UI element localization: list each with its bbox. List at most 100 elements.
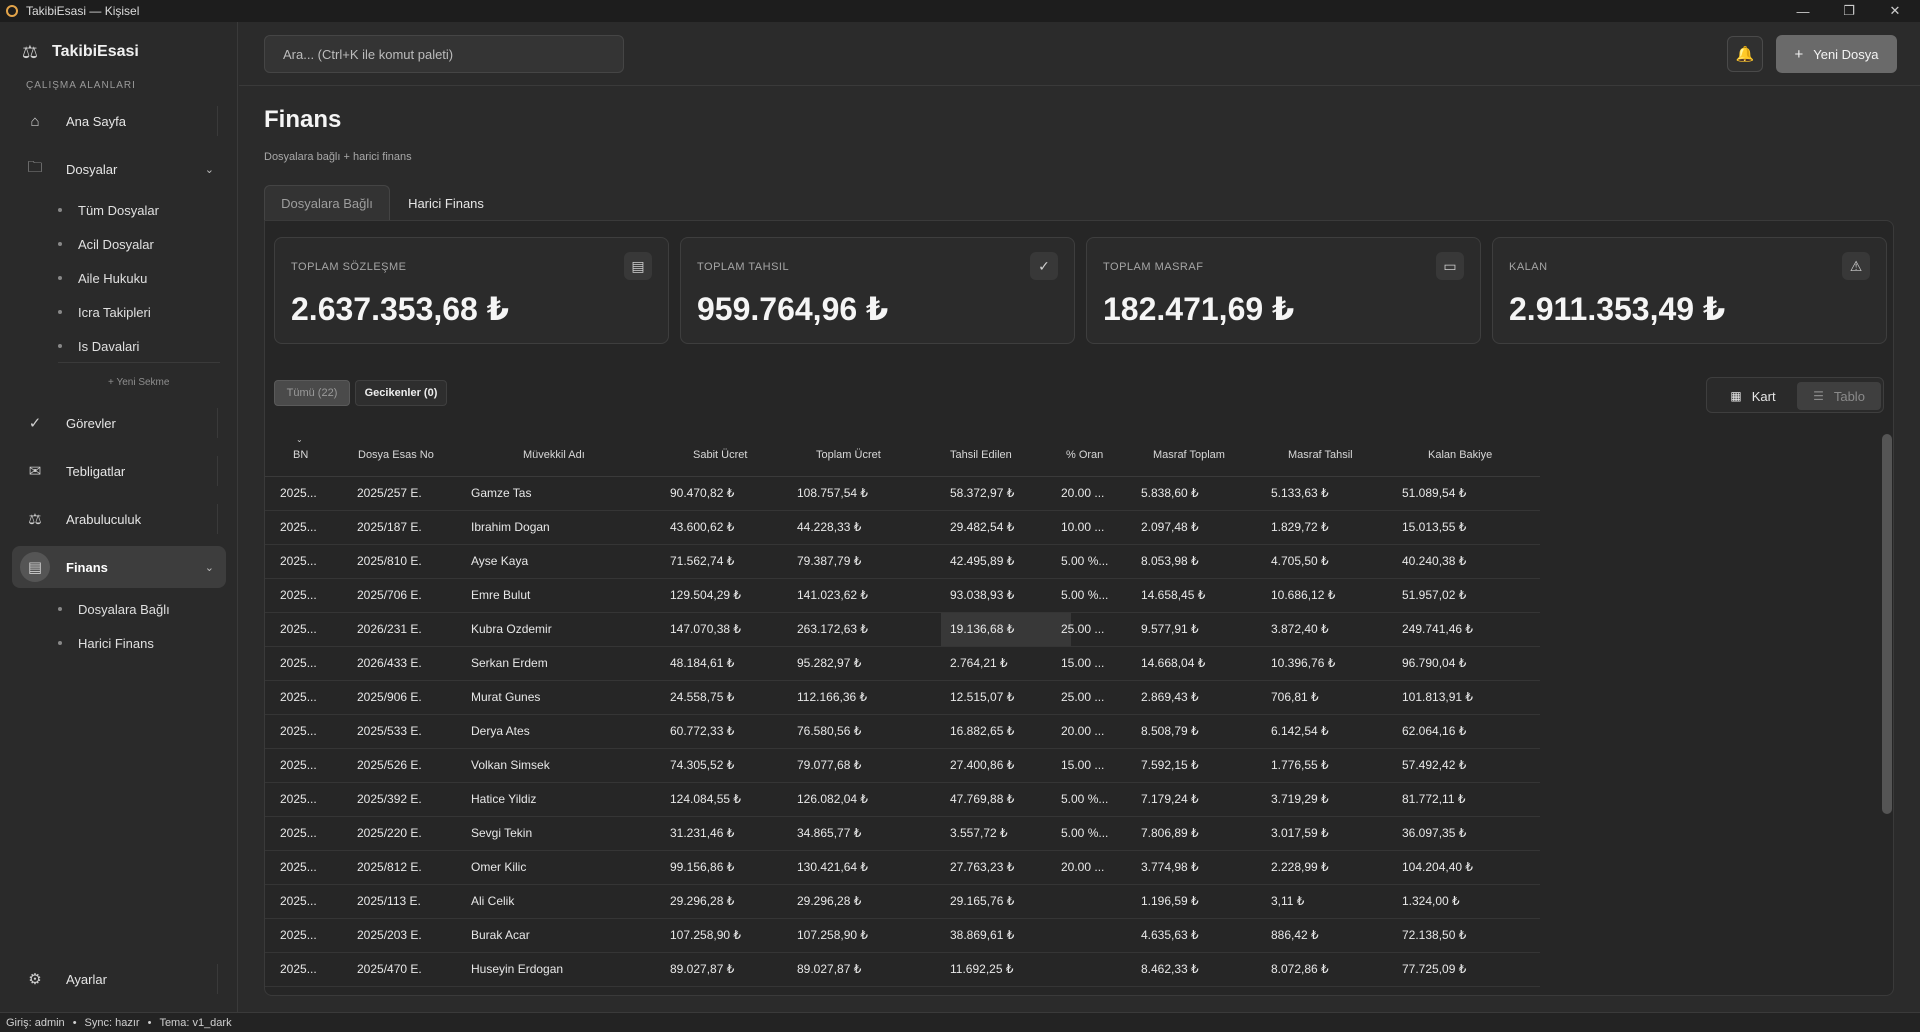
table-cell: 107.258,90 ₺ [670, 928, 742, 942]
table-cell: 263.172,63 ₺ [797, 622, 869, 636]
table-row[interactable]: 2025... 2025/533 E. Derya Ates 60.772,33 ₺ 7… [265, 715, 1540, 749]
sidebar-item-files[interactable]: 🗀 Dosyalar ⌄ [12, 148, 226, 190]
view-toggle: ▦ Kart ☰ Tablo [1706, 377, 1884, 413]
close-button[interactable]: ✕ [1872, 0, 1918, 22]
table-row[interactable]: 2025... 2025/906 E. Murat Gunes 24.558,75 ₺… [265, 681, 1540, 715]
column-header[interactable]: Müvekkil Adı [523, 449, 585, 461]
column-header[interactable]: Kalan Bakiye [1428, 449, 1492, 461]
table-cell: 16.882,65 ₺ [950, 724, 1015, 738]
sidebar-subitem-family-law[interactable]: Aile Hukuku [58, 267, 147, 289]
table-cell: 3.872,40 ₺ [1271, 622, 1329, 636]
chevron-down-icon[interactable]: ⌄ [205, 561, 214, 574]
table-row[interactable]: 2025... 2025/810 E. Ayse Kaya 71.562,74 ₺ 79… [265, 545, 1540, 579]
table-row[interactable]: 2025... 2025/470 E. Huseyin Erdogan 89.027,… [265, 953, 1540, 987]
table-cell: 20.00 ... [1061, 486, 1105, 500]
table-cell: 2026/433 E. [357, 656, 422, 670]
table-row[interactable]: 2025... 2025/392 E. Hatice Yildiz 124.084,5… [265, 783, 1540, 817]
sidebar-subitem-linked-finance[interactable]: Dosyalara Bağlı [58, 598, 170, 620]
table-cell: 2.764,21 ₺ [950, 656, 1008, 670]
sidebar-subitem-labor-cases[interactable]: Is Davalari [58, 335, 139, 357]
sidebar-subitem-enforcement[interactable]: Icra Takipleri [58, 301, 151, 323]
table-cell: 11.692,25 ₺ [950, 962, 1014, 976]
sidebar-item-settings[interactable]: ⚙ Ayarlar [12, 958, 226, 1000]
table-view-button[interactable]: ☰ Tablo [1797, 382, 1881, 410]
column-header[interactable]: Masraf Toplam [1153, 449, 1225, 461]
table-row[interactable]: 2025... 2025/812 E. Omer Kilic 99.156,86 ₺ 1… [265, 851, 1540, 885]
table-row[interactable]: 2025... 2026/433 E. Serkan Erdem 48.184,61 … [265, 647, 1540, 681]
tab-linked-to-files[interactable]: Dosyalara Bağlı [264, 185, 390, 221]
table-row[interactable]: 2025... 2026/231 E. Kubra Ozdemir 147.070,3… [265, 613, 1540, 647]
sidebar-subitem-all-files[interactable]: Tüm Dosyalar [58, 199, 159, 221]
chevron-down-icon[interactable]: ⌄ [205, 163, 214, 176]
table-cell: 40.240,38 ₺ [1402, 554, 1467, 568]
brand[interactable]: ⚖ TakibiEsasi [18, 40, 139, 64]
sidebar-item-home[interactable]: ⌂ Ana Sayfa [12, 100, 226, 142]
table-cell: 15.013,55 ₺ [1402, 520, 1467, 534]
table-cell: 89.027,87 ₺ [797, 962, 862, 976]
table-cell: 8.508,79 ₺ [1141, 724, 1199, 738]
table-cell: 124.084,55 ₺ [670, 792, 742, 806]
window-titlebar: TakibiEsasi — Kişisel — ❐ ✕ [0, 0, 1920, 22]
table-cell: 2025... [280, 894, 317, 908]
table-cell: 101.813,91 ₺ [1402, 690, 1474, 704]
column-header[interactable]: Toplam Ücret [816, 449, 881, 461]
column-header[interactable]: Dosya Esas No [358, 449, 434, 461]
table-cell: 20.00 ... [1061, 724, 1105, 738]
search-input[interactable]: Ara... (Ctrl+K ile komut paleti) [264, 35, 624, 73]
column-header[interactable]: Masraf Tahsil [1288, 449, 1353, 461]
table-row[interactable]: 2025... 2025/526 E. Volkan Simsek 74.305,52… [265, 749, 1540, 783]
table-cell: 4.635,63 ₺ [1141, 928, 1199, 942]
table-cell: 95.282,97 ₺ [797, 656, 862, 670]
table-cell: 2025... [280, 962, 317, 976]
divider [217, 504, 218, 534]
stat-label: TOPLAM TAHSIL [697, 261, 790, 273]
sidebar-item-label: Dosyalar [66, 161, 118, 177]
filter-all-button[interactable]: Tümü (22) [274, 380, 350, 406]
sidebar-subitem-urgent-files[interactable]: Acil Dosyalar [58, 233, 154, 255]
filter-late-button[interactable]: Gecikenler (0) [355, 380, 447, 406]
table-scrollbar[interactable] [1882, 434, 1892, 814]
column-header[interactable]: Tahsil Edilen [950, 449, 1012, 461]
sidebar-subitem-external-finance[interactable]: Harici Finans [58, 632, 154, 654]
maximize-button[interactable]: ❐ [1826, 0, 1872, 22]
table-cell: 886,42 ₺ [1271, 928, 1319, 942]
tab-external-finance[interactable]: Harici Finans [400, 185, 492, 221]
table-cell: 112.166,36 ₺ [797, 690, 868, 704]
column-header[interactable]: Sabit Ücret [693, 449, 747, 461]
sort-indicator-icon[interactable]: ⌄ [296, 435, 303, 444]
table-row[interactable]: 2025... 2025/203 E. Burak Acar 107.258,90 ₺… [265, 919, 1540, 953]
column-header[interactable]: % Oran [1066, 449, 1103, 461]
table-row[interactable]: 2025... 2025/220 E. Sevgi Tekin 31.231,46 ₺… [265, 817, 1540, 851]
new-file-button[interactable]: + Yeni Dosya [1776, 35, 1897, 73]
column-header[interactable]: BN [293, 449, 308, 461]
sidebar-subitem-label: Is Davalari [78, 338, 140, 354]
sidebar-item-notifications[interactable]: ✉ Tebligatlar [12, 450, 226, 492]
table-row[interactable]: 2025... 2025/187 E. Ibrahim Dogan 43.600,62… [265, 511, 1540, 545]
table-row[interactable]: 2025... 2025/113 E. Ali Celik 29.296,28 ₺ 29… [265, 885, 1540, 919]
divider [217, 408, 218, 438]
card-view-button[interactable]: ▦ Kart [1713, 382, 1793, 410]
table-row[interactable]: 2025... 2025/257 E. Gamze Tas 90.470,82 ₺ 10… [265, 477, 1540, 511]
stat-card-total-collected: TOPLAM TAHSIL 959.764,96 ₺ ✓ [680, 237, 1075, 344]
table-cell: 9.577,91 ₺ [1141, 622, 1199, 636]
grid-icon: ▦ [1730, 389, 1742, 403]
table-row[interactable]: 2025... 2025/706 E. Emre Bulut 129.504,29 ₺… [265, 579, 1540, 613]
brand-name: TakibiEsasi [52, 43, 139, 60]
table-cell: 71.562,74 ₺ [670, 554, 735, 568]
new-tab-link[interactable]: + Yeni Sekme [108, 377, 169, 388]
table-cell: 42.495,89 ₺ [950, 554, 1015, 568]
bell-icon[interactable]: 🔔 [1727, 36, 1763, 72]
sidebar-item-tasks[interactable]: ✓ Görevler [12, 402, 226, 444]
minimize-button[interactable]: — [1780, 0, 1826, 22]
table-cell: 147.070,38 ₺ [670, 622, 742, 636]
table-cell: 2025... [280, 690, 317, 704]
sidebar-item-finance[interactable]: ▤ Finans ⌄ [12, 546, 226, 588]
wallet-icon: ▤ [27, 559, 43, 576]
table-cell: 2025/392 E. [357, 792, 422, 806]
sidebar-item-label: Arabuluculuk [66, 511, 142, 527]
table-cell: 76.580,56 ₺ [797, 724, 862, 738]
sidebar-item-mediation[interactable]: ⚖ Arabuluculuk [12, 498, 226, 540]
gear-icon: ⚙ [28, 971, 42, 988]
table-cell: 10.686,12 ₺ [1271, 588, 1336, 602]
check-circle-icon: ✓ [28, 415, 42, 432]
